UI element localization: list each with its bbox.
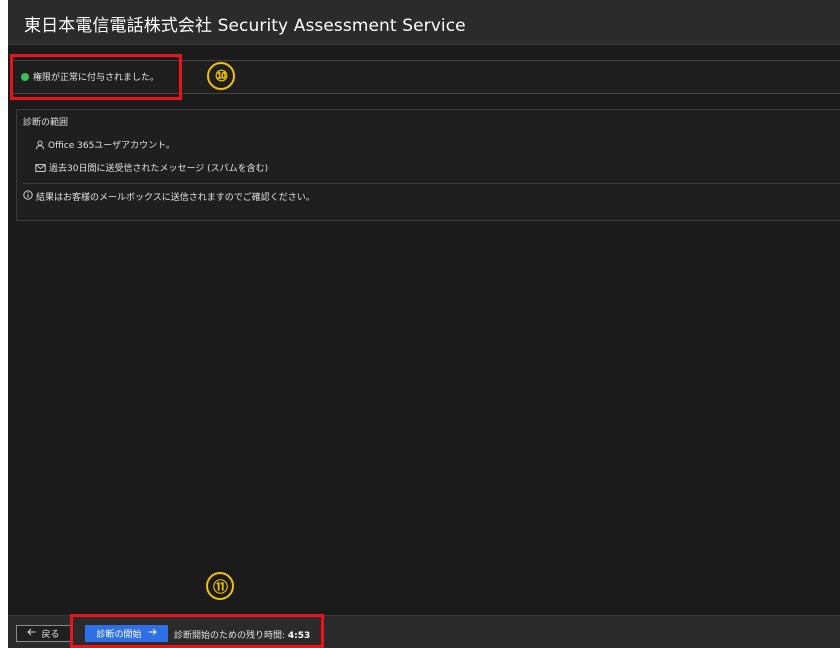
- scope-item-label: 過去30日間に送受信されたメッセージ (スパムを含む): [49, 164, 269, 174]
- scope-note: 結果はお客様のメールボックスに送信されますのでご確認ください。: [23, 190, 315, 203]
- scope-title: 診断の範囲: [23, 118, 69, 128]
- back-button[interactable]: 戻る: [16, 625, 71, 642]
- arrow-left-icon: [27, 628, 36, 639]
- screenshot-frame: 東日本電信電話株式会社 Security Assessment Service …: [0, 0, 840, 648]
- assessment-scope-panel: 診断の範囲 Office 365ユーザアカウント。 過去30日間に送受信されたメ…: [16, 109, 840, 221]
- scope-item-user-accounts: Office 365ユーザアカウント。: [35, 138, 175, 151]
- callout-highlight-box-10: [10, 54, 182, 100]
- scope-note-label: 結果はお客様のメールボックスに送信されますのでご確認ください。: [36, 193, 315, 203]
- info-icon: [23, 190, 33, 203]
- callout-number-11: ⑪: [206, 572, 234, 600]
- scope-item-messages: 過去30日間に送受信されたメッセージ (スパムを含む): [35, 161, 268, 174]
- callout-number-10: ⑩: [207, 62, 235, 90]
- mail-icon: [35, 163, 46, 173]
- person-icon: [35, 140, 45, 150]
- app-title: 東日本電信電話株式会社 Security Assessment Service: [24, 16, 466, 36]
- callout-highlight-box-11: [70, 614, 324, 648]
- scope-divider: [23, 183, 840, 184]
- scope-item-label: Office 365ユーザアカウント。: [48, 141, 175, 151]
- back-button-label: 戻る: [41, 630, 60, 640]
- app-header: 東日本電信電話株式会社 Security Assessment Service: [8, 0, 840, 45]
